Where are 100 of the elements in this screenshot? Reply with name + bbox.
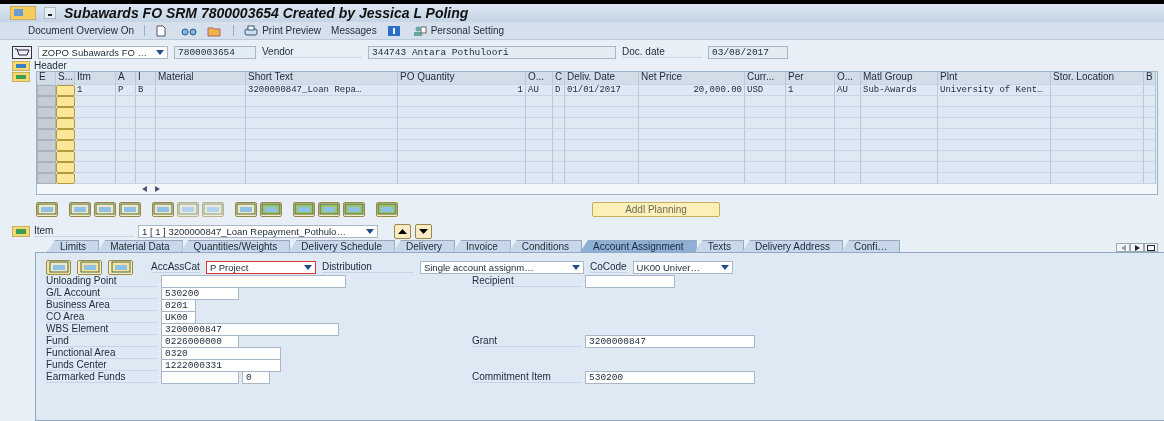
- acc-ass-cat-dropdown[interactable]: P Project: [205, 260, 316, 274]
- table-cell: [526, 107, 553, 118]
- table-cell: [526, 129, 553, 140]
- table-cell: [745, 118, 786, 129]
- person-icon: [412, 24, 427, 37]
- input-field[interactable]: [585, 274, 675, 288]
- table-cell: [136, 140, 156, 151]
- table-cell: B: [136, 85, 156, 96]
- field-label: CO Area: [46, 311, 158, 323]
- table-cell: [75, 107, 116, 118]
- table-cell: [136, 107, 156, 118]
- horizontal-scrollbar[interactable]: [37, 184, 1157, 194]
- table-cell: [1144, 140, 1156, 151]
- table-cell: AU: [526, 85, 553, 96]
- up-arrow-icon: [398, 228, 407, 234]
- distribution-dropdown[interactable]: Single account assignm…: [419, 260, 584, 274]
- tab[interactable]: Account Assignment: [580, 240, 697, 252]
- collapse-items-icon[interactable]: [12, 72, 30, 82]
- column-header: B: [1144, 72, 1156, 85]
- table-cell: [786, 118, 835, 129]
- dropdown-icon[interactable]: [44, 7, 56, 19]
- status-indicator: [56, 96, 75, 107]
- input-field[interactable]: [161, 274, 346, 288]
- table-cell: [526, 96, 553, 107]
- table-cell: [75, 96, 116, 107]
- tab[interactable]: Conditions: [508, 240, 583, 252]
- column-header: Net Price: [639, 72, 745, 85]
- table-cell: [526, 140, 553, 151]
- column-header: Deliv. Date: [565, 72, 639, 85]
- column-header: Material: [156, 72, 246, 85]
- table-cell: [553, 140, 565, 151]
- tab[interactable]: Quantities/Weights: [180, 240, 291, 252]
- table-cell: [526, 162, 553, 173]
- collapse-item-icon[interactable]: [12, 225, 30, 237]
- tab[interactable]: Delivery Schedule: [288, 240, 395, 252]
- table-cell: [116, 118, 136, 129]
- table-cell: [553, 118, 565, 129]
- column-header: Curr...: [745, 72, 786, 85]
- table-cell: P: [116, 85, 136, 96]
- section-label: Header: [34, 60, 67, 71]
- status-indicator: [56, 85, 75, 96]
- column-header: A: [116, 72, 136, 85]
- page-icon: [155, 24, 168, 37]
- table-cell: [116, 151, 136, 162]
- table-cell: [116, 129, 136, 140]
- table-cell: Sub-Awards: [861, 85, 938, 96]
- table-cell: [1144, 85, 1156, 96]
- tab[interactable]: Material Data: [97, 240, 183, 252]
- table-cell: [75, 151, 116, 162]
- table-cell: [136, 162, 156, 173]
- caret-icon: [156, 49, 164, 55]
- table-cell: [553, 96, 565, 107]
- column-header: PO Quantity: [398, 72, 526, 85]
- field-label: G/L Account: [46, 287, 158, 299]
- table-cell: [75, 129, 116, 140]
- table-cell: 1: [786, 85, 835, 96]
- table-cell: [553, 151, 565, 162]
- table-cell: [786, 96, 835, 107]
- field-label: Funds Center: [46, 359, 158, 371]
- expand-header-icon[interactable]: [12, 60, 30, 71]
- tab[interactable]: Limits: [47, 240, 100, 252]
- toolbar-button[interactable]: Print Preview: [244, 24, 322, 37]
- cart-icon[interactable]: [12, 45, 32, 59]
- tab[interactable]: Texts: [694, 240, 744, 252]
- table-cell: [75, 140, 116, 151]
- addl-planning-button[interactable]: Addl Planning: [592, 201, 720, 217]
- column-header: I: [136, 72, 156, 85]
- cocode-dropdown[interactable]: UK00 Univer…: [632, 260, 733, 274]
- column-header: O...: [835, 72, 861, 85]
- status-indicator: [56, 140, 75, 151]
- tab[interactable]: Delivery Address: [742, 240, 843, 252]
- column-header: Stor. Location: [1051, 72, 1144, 85]
- column-header: Itm: [75, 72, 116, 85]
- previous-item-button[interactable]: [394, 223, 411, 239]
- tab[interactable]: Invoice: [453, 240, 511, 252]
- table-cell: [745, 107, 786, 118]
- table-cell: [835, 151, 861, 162]
- left-arrow-icon: [142, 186, 147, 192]
- doc-date-label: Doc. date: [622, 46, 702, 58]
- column-header: Plnt: [938, 72, 1051, 85]
- tab[interactable]: Delivery: [392, 240, 456, 252]
- item-selector-dropdown[interactable]: 1 [ 1 ] 3200000847_Loan Repayment_Pothulo…: [138, 224, 378, 238]
- next-item-button[interactable]: [415, 223, 432, 239]
- toolbar-button[interactable]: Messages: [331, 25, 377, 36]
- document-type-dropdown[interactable]: ZOPO Subawards FO …: [38, 45, 168, 59]
- table-cell: [745, 151, 786, 162]
- caret-icon: [366, 228, 374, 234]
- table-cell: [136, 151, 156, 162]
- tab[interactable]: Confi…: [841, 240, 901, 252]
- system-menu-icon[interactable]: [10, 6, 36, 20]
- table-cell: [835, 129, 861, 140]
- toolbar-button[interactable]: Document Overview On: [28, 25, 135, 36]
- status-indicator: [56, 173, 75, 184]
- table-cell: [1144, 118, 1156, 129]
- down-arrow-icon: [419, 228, 428, 234]
- vendor-label: Vendor: [262, 46, 362, 58]
- toolbar-button[interactable]: Personal Setting: [412, 24, 505, 37]
- table-cell: [1144, 151, 1156, 162]
- column-header: C: [553, 72, 565, 85]
- cocode-label: CoCode: [589, 261, 627, 273]
